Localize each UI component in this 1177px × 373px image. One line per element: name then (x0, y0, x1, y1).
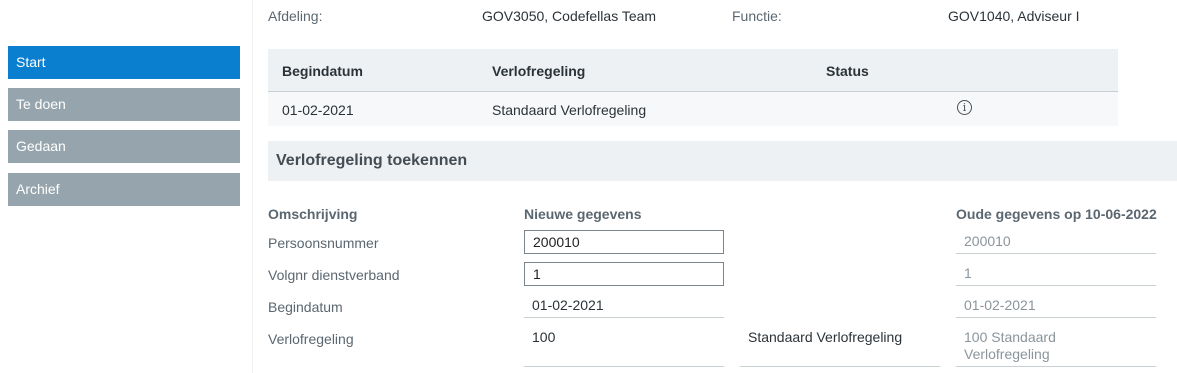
sidebar-item-archief[interactable]: Archief (8, 173, 240, 206)
main-content: Afdeling: GOV3050, Codefellas Team Funct… (252, 0, 1177, 373)
label-verlofregeling: Verlofregeling (268, 331, 354, 347)
section-title: Verlofregeling toekennen (276, 152, 468, 169)
sidebar: Start Te doen Gedaan Archief (0, 0, 253, 373)
old-begindatum-underline (956, 317, 1156, 318)
label-persoonsnummer: Persoonsnummer (268, 235, 379, 251)
verlofregeling-description-underline (740, 366, 940, 367)
row-begindatum: 01-02-2021 (282, 102, 354, 118)
form-header-omschrijving: Omschrijving (268, 206, 358, 222)
label-volgnr-dienstverband: Volgnr dienstverband (268, 267, 400, 283)
sidebar-item-label: Te doen (16, 96, 66, 112)
verlofregeling-description: Standaard Verlofregeling (748, 329, 903, 345)
old-begindatum: 01-02-2021 (964, 297, 1036, 313)
old-volgnr-dienstverband: 1 (964, 265, 972, 281)
sidebar-item-label: Gedaan (16, 138, 66, 154)
old-volgnr-underline (956, 285, 1156, 286)
old-verlofregeling: 100 Standaard Verlofregeling (964, 329, 1056, 362)
sidebar-item-gedaan[interactable]: Gedaan (8, 130, 240, 163)
afdeling-label: Afdeling: (268, 8, 323, 24)
old-persoonsnummer-underline (956, 253, 1156, 254)
verlofregeling-code-underline (524, 366, 724, 367)
column-header-verlofregeling: Verlofregeling (492, 63, 586, 79)
column-header-status: Status (826, 63, 869, 79)
row-verlofregeling: Standaard Verlofregeling (492, 102, 647, 118)
begindatum-value[interactable]: 01-02-2021 (532, 297, 604, 313)
label-begindatum: Begindatum (268, 299, 343, 315)
sidebar-item-start[interactable]: Start (8, 46, 240, 79)
table-header: Begindatum Verlofregeling Status (268, 49, 1118, 92)
sidebar-item-label: Start (16, 54, 46, 70)
info-icon[interactable]: i (957, 100, 972, 115)
section-header: Verlofregeling toekennen (268, 141, 1177, 181)
old-verlofregeling-underline (956, 366, 1156, 367)
functie-value: GOV1040, Adviseur I (948, 8, 1080, 24)
old-persoonsnummer: 200010 (964, 233, 1011, 249)
sidebar-item-te-doen[interactable]: Te doen (8, 88, 240, 121)
afdeling-value: GOV3050, Codefellas Team (482, 8, 657, 24)
sidebar-item-label: Archief (16, 181, 60, 197)
persoonsnummer-input[interactable] (524, 230, 724, 254)
form-header-oude: Oude gegevens op 10-06-2022 (956, 206, 1157, 222)
table-row[interactable]: 01-02-2021 Standaard Verlofregeling i (268, 92, 1118, 126)
volgnr-dienstverband-input[interactable] (524, 262, 724, 286)
form-header-nieuwe: Nieuwe gegevens (524, 206, 642, 222)
column-header-begindatum: Begindatum (282, 63, 363, 79)
verlofregeling-code[interactable]: 100 (532, 329, 555, 345)
functie-label: Functie: (732, 8, 782, 24)
begindatum-underline (524, 317, 724, 318)
